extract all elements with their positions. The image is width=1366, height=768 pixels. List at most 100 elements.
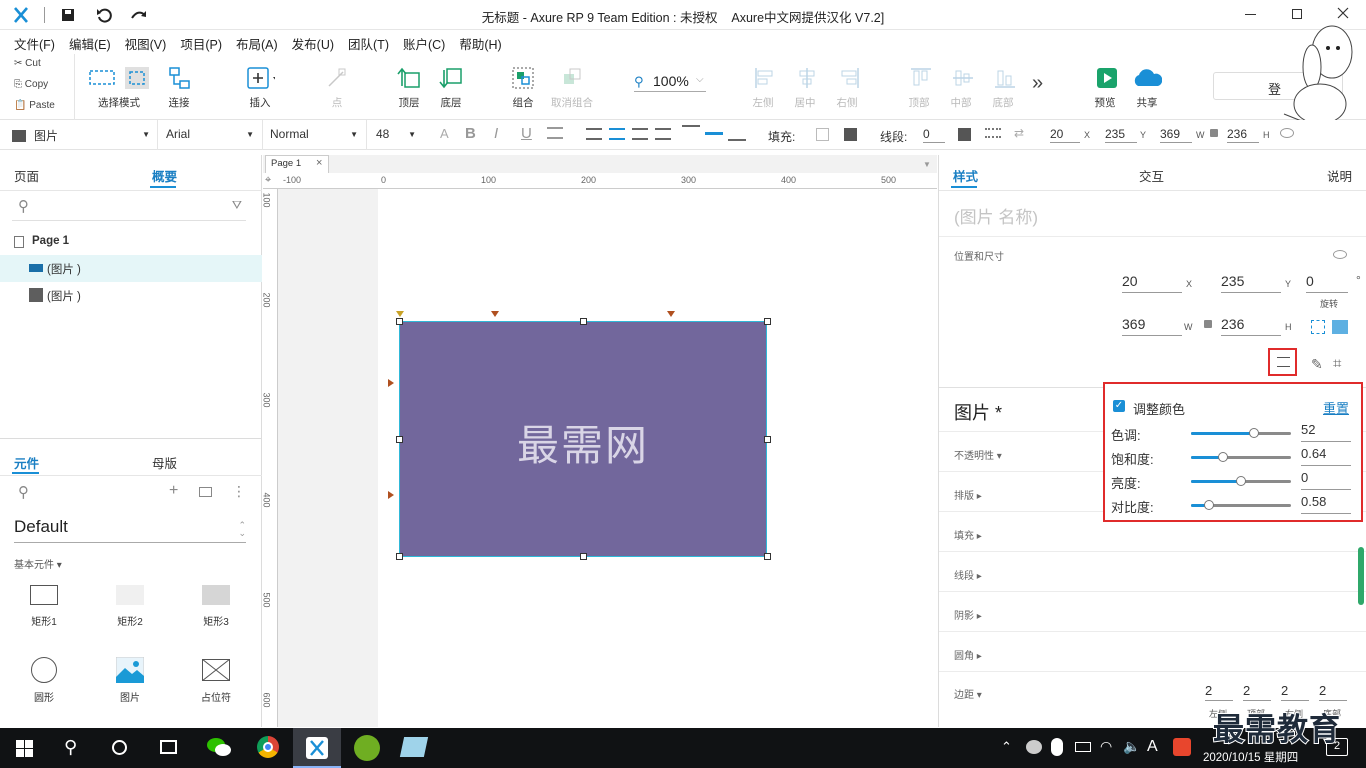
valign-middle-icon[interactable] bbox=[705, 132, 723, 136]
top-layer-button[interactable]: 顶层 bbox=[394, 64, 424, 110]
tab-pages[interactable]: 页面 bbox=[14, 166, 39, 185]
align-text-center-icon[interactable] bbox=[609, 128, 625, 140]
menu-team[interactable]: 团队(T) bbox=[341, 30, 396, 53]
bullet-list-icon[interactable] bbox=[547, 127, 563, 139]
widget-rect2[interactable]: 矩形2 bbox=[108, 585, 152, 628]
valign-top-icon[interactable] bbox=[682, 125, 700, 129]
saturation-slider[interactable] bbox=[1191, 452, 1291, 462]
font-size-dropdown[interactable]: 48 ▼ bbox=[376, 127, 416, 141]
auto-size-icon[interactable] bbox=[1332, 320, 1348, 334]
tab-interaction[interactable]: 交互 bbox=[1139, 166, 1164, 185]
group-button[interactable]: 组合 bbox=[508, 64, 538, 110]
basic-widgets-heading[interactable]: 基本元件 ▾ bbox=[14, 556, 62, 571]
brightness-slider[interactable] bbox=[1191, 476, 1291, 486]
selected-image-widget[interactable]: 最需网 bbox=[396, 318, 771, 560]
connect-button[interactable]: 连接 bbox=[163, 64, 195, 110]
windows-start-icon[interactable] bbox=[16, 740, 33, 757]
page-tab[interactable]: Page 1 × bbox=[265, 155, 329, 173]
add-library-icon[interactable]: + bbox=[169, 482, 178, 500]
hue-slider[interactable] bbox=[1191, 428, 1291, 438]
align-text-right-icon[interactable] bbox=[632, 128, 648, 140]
adjust-color-button[interactable] bbox=[1268, 348, 1297, 376]
outline-item-image-2[interactable]: (图片 ) bbox=[0, 282, 262, 309]
outline-search-input[interactable]: ⚲ ⛛ bbox=[12, 195, 246, 221]
valign-bottom-icon[interactable] bbox=[728, 139, 746, 143]
align-center-button[interactable]: 居中 bbox=[792, 64, 818, 110]
fit-size-icon[interactable] bbox=[1311, 320, 1325, 334]
tray-volume-icon[interactable]: 🔈 bbox=[1123, 738, 1140, 755]
resize-handle[interactable] bbox=[764, 436, 771, 443]
cortana-icon[interactable] bbox=[112, 740, 127, 755]
hue-slider-knob[interactable] bbox=[1249, 428, 1259, 438]
padding-left-input[interactable]: 2 bbox=[1205, 683, 1233, 701]
zoom-control[interactable]: ⚲ 100% ⌵ bbox=[634, 72, 706, 92]
adjust-color-checkbox[interactable]: ✓ bbox=[1113, 400, 1125, 412]
reset-link[interactable]: 重置 bbox=[1323, 398, 1349, 417]
tray-chevron-up-icon[interactable]: ⌃ bbox=[1001, 739, 1012, 755]
tab-outline[interactable]: 概要 bbox=[152, 166, 177, 185]
tray-wechat-icon[interactable] bbox=[1026, 740, 1042, 754]
widget-image[interactable]: 图片 bbox=[108, 656, 152, 704]
tab-masters[interactable]: 母版 bbox=[152, 453, 177, 472]
fill-color-swatch[interactable] bbox=[816, 128, 829, 141]
widget-rect1[interactable]: 矩形1 bbox=[22, 585, 66, 628]
share-button[interactable]: 共享 bbox=[1130, 64, 1164, 110]
menu-account[interactable]: 账户(C) bbox=[396, 30, 452, 53]
paste-button[interactable]: 📋 Paste bbox=[14, 100, 55, 111]
library-dropdown[interactable]: Default ⌃ ⌄ bbox=[14, 517, 246, 543]
tray-battery-icon[interactable] bbox=[1075, 742, 1091, 752]
task-view-icon[interactable] bbox=[160, 740, 177, 754]
insert-button[interactable]: 插入 bbox=[242, 64, 278, 110]
chrome-app-icon[interactable] bbox=[257, 736, 279, 758]
format-x-input[interactable]: 20 bbox=[1050, 127, 1080, 143]
widget-circle[interactable]: 圆形 bbox=[22, 657, 66, 704]
w-input[interactable]: 369 bbox=[1122, 316, 1182, 336]
contrast-input[interactable]: 0.58 bbox=[1301, 494, 1351, 514]
visibility-eye-icon[interactable] bbox=[1280, 128, 1294, 138]
clock-date[interactable]: 2020/10/15 星期四 bbox=[1203, 749, 1298, 765]
resize-handle[interactable] bbox=[396, 436, 403, 443]
padding-bottom-input[interactable]: 2 bbox=[1319, 683, 1347, 701]
format-y-input[interactable]: 235 bbox=[1105, 127, 1137, 143]
tab-notes[interactable]: 说明 bbox=[1327, 166, 1352, 185]
font-color-icon[interactable]: A bbox=[440, 126, 449, 141]
underline-icon[interactable]: U bbox=[521, 125, 532, 142]
menu-edit[interactable]: 编辑(E) bbox=[62, 30, 118, 53]
menu-view[interactable]: 视图(V) bbox=[118, 30, 174, 53]
close-tab-icon[interactable]: × bbox=[316, 157, 322, 169]
align-text-justify-icon[interactable] bbox=[655, 128, 671, 140]
tray-sogou-icon[interactable] bbox=[1173, 738, 1191, 756]
search-icon[interactable]: ⚲ bbox=[64, 737, 77, 758]
saturation-slider-knob[interactable] bbox=[1218, 452, 1228, 462]
resize-handle[interactable] bbox=[396, 318, 403, 325]
fill-shadow-swatch[interactable] bbox=[844, 128, 857, 141]
outline-item-page[interactable]: Page 1 bbox=[0, 229, 262, 255]
select-mode-button[interactable]: 选择模式 bbox=[85, 64, 153, 110]
resize-handle[interactable] bbox=[580, 553, 587, 560]
resize-handle[interactable] bbox=[764, 318, 771, 325]
widget-rect3[interactable]: 矩形3 bbox=[194, 585, 238, 628]
lock-ratio-icon[interactable] bbox=[1204, 320, 1212, 328]
axure-app-active[interactable] bbox=[293, 728, 341, 768]
visibility-eye-icon[interactable] bbox=[1333, 250, 1347, 259]
filter-icon[interactable]: ⛛ bbox=[232, 198, 242, 213]
bottom-layer-button[interactable]: 底层 bbox=[436, 64, 466, 110]
font-style-dropdown[interactable]: Normal ▼ bbox=[270, 127, 358, 141]
align-left-button[interactable]: 左侧 bbox=[750, 64, 776, 110]
minimize-button[interactable] bbox=[1245, 14, 1256, 15]
align-middle-button[interactable]: 中部 bbox=[948, 64, 974, 110]
library-search-icon[interactable]: ⚲ bbox=[18, 483, 29, 501]
tray-wifi-icon[interactable]: ◠ bbox=[1100, 738, 1112, 755]
rotation-input[interactable]: 0 bbox=[1306, 273, 1348, 293]
resize-handle[interactable] bbox=[396, 553, 403, 560]
menu-help[interactable]: 帮助(H) bbox=[452, 30, 508, 53]
y-input[interactable]: 235 bbox=[1221, 273, 1281, 293]
align-bottom-button[interactable]: 底部 bbox=[990, 64, 1016, 110]
lock-ratio-icon[interactable] bbox=[1210, 129, 1218, 137]
tray-ime-indicator[interactable]: A bbox=[1147, 738, 1158, 756]
padding-section[interactable]: 边距 ▾ bbox=[954, 686, 982, 701]
game-app-icon[interactable] bbox=[354, 735, 380, 761]
cut-button[interactable]: ✂ Cut bbox=[14, 58, 41, 69]
resize-handle[interactable] bbox=[764, 553, 771, 560]
shadow-section[interactable]: 阴影 ▸ bbox=[954, 607, 982, 622]
